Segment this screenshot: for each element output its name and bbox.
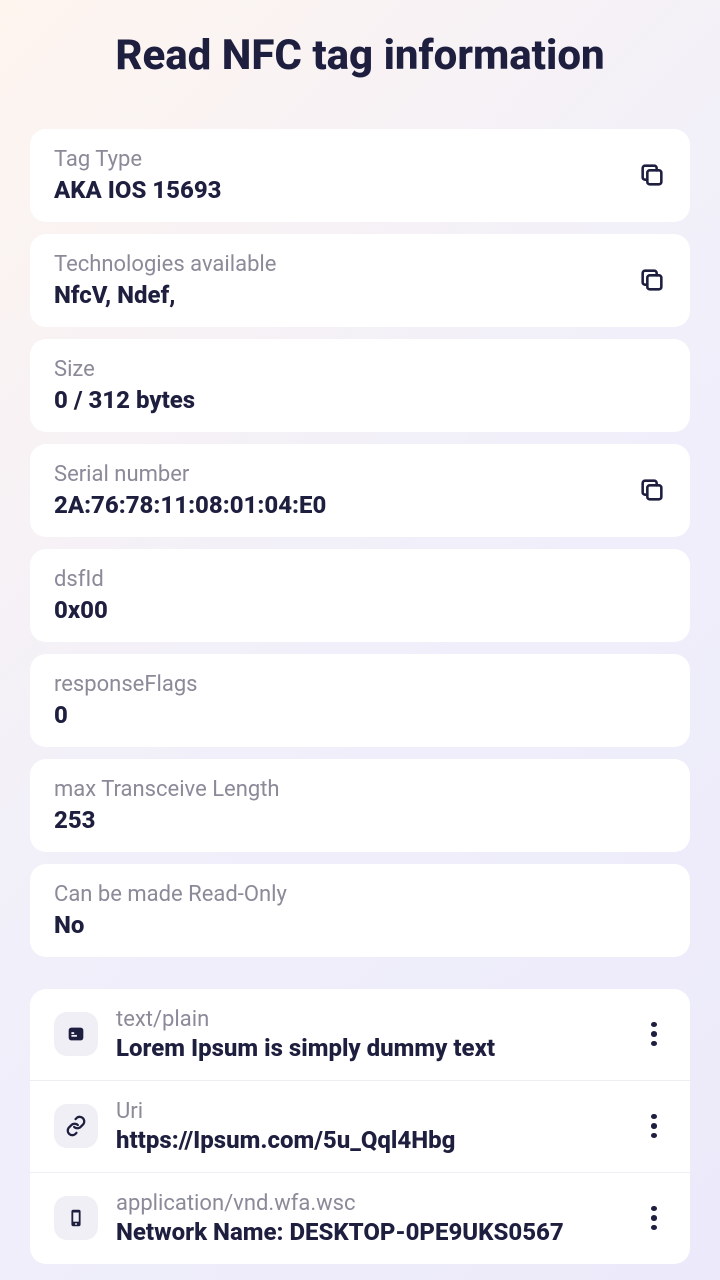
info-card: Can be made Read-Only No [30, 864, 690, 957]
info-card-content: Tag Type AKA IOS 15693 [54, 147, 638, 204]
info-card-content: responseFlags 0 [54, 672, 666, 729]
record-content: application/vnd.wfa.wscNetwork Name: DES… [116, 1191, 630, 1246]
record-content: Urihttps://Ipsum.com/5u_Qql4Hbg [116, 1099, 630, 1154]
info-value: 253 [54, 806, 666, 834]
info-value: 2A:76:78:11:08:01:04:E0 [54, 491, 638, 519]
record-row: text/plainLorem Ipsum is simply dummy te… [30, 989, 690, 1081]
info-card: Serial number 2A:76:78:11:08:01:04:E0 [30, 444, 690, 537]
info-label: responseFlags [54, 672, 666, 697]
records-list: text/plainLorem Ipsum is simply dummy te… [30, 989, 690, 1264]
record-row: Urihttps://Ipsum.com/5u_Qql4Hbg [30, 1081, 690, 1173]
info-value: No [54, 911, 666, 939]
info-label: max Transceive Length [54, 777, 666, 802]
record-value: https://Ipsum.com/5u_Qql4Hbg [116, 1126, 630, 1154]
record-type: Uri [116, 1099, 630, 1124]
info-card: max Transceive Length 253 [30, 759, 690, 852]
info-label: Can be made Read-Only [54, 882, 666, 907]
info-value: 0x00 [54, 596, 666, 624]
info-card-content: Technologies available NfcV, Ndef, [54, 252, 638, 309]
info-card-content: Size 0 / 312 bytes [54, 357, 666, 414]
info-label: dsfId [54, 567, 666, 592]
link-icon [54, 1104, 98, 1148]
record-content: text/plainLorem Ipsum is simply dummy te… [116, 1007, 630, 1062]
text-icon [54, 1012, 98, 1056]
more-icon[interactable] [642, 1114, 666, 1138]
device-icon [54, 1196, 98, 1240]
info-card: dsfId 0x00 [30, 549, 690, 642]
info-label: Technologies available [54, 252, 638, 277]
info-value: AKA IOS 15693 [54, 176, 638, 204]
info-label: Tag Type [54, 147, 638, 172]
record-value: Network Name: DESKTOP-0PE9UKS0567 [116, 1218, 630, 1246]
record-type: text/plain [116, 1007, 630, 1032]
info-label: Serial number [54, 462, 638, 487]
info-card: responseFlags 0 [30, 654, 690, 747]
info-card: Size 0 / 312 bytes [30, 339, 690, 432]
record-row: application/vnd.wfa.wscNetwork Name: DES… [30, 1173, 690, 1264]
info-card-content: dsfId 0x00 [54, 567, 666, 624]
more-icon[interactable] [642, 1206, 666, 1230]
copy-icon[interactable] [638, 476, 666, 504]
record-value: Lorem Ipsum is simply dummy text [116, 1034, 630, 1062]
info-value: 0 [54, 701, 666, 729]
copy-icon[interactable] [638, 161, 666, 189]
record-type: application/vnd.wfa.wsc [116, 1191, 630, 1216]
copy-icon[interactable] [638, 266, 666, 294]
info-card-content: max Transceive Length 253 [54, 777, 666, 834]
info-card: Tag Type AKA IOS 15693 [30, 129, 690, 222]
info-label: Size [54, 357, 666, 382]
info-value: NfcV, Ndef, [54, 281, 638, 309]
info-list: Tag Type AKA IOS 15693 Technologies avail… [30, 129, 690, 957]
info-value: 0 / 312 bytes [54, 386, 666, 414]
info-card-content: Serial number 2A:76:78:11:08:01:04:E0 [54, 462, 638, 519]
more-icon[interactable] [642, 1022, 666, 1046]
page-title: Read NFC tag information [30, 30, 690, 83]
info-card-content: Can be made Read-Only No [54, 882, 666, 939]
info-card: Technologies available NfcV, Ndef, [30, 234, 690, 327]
